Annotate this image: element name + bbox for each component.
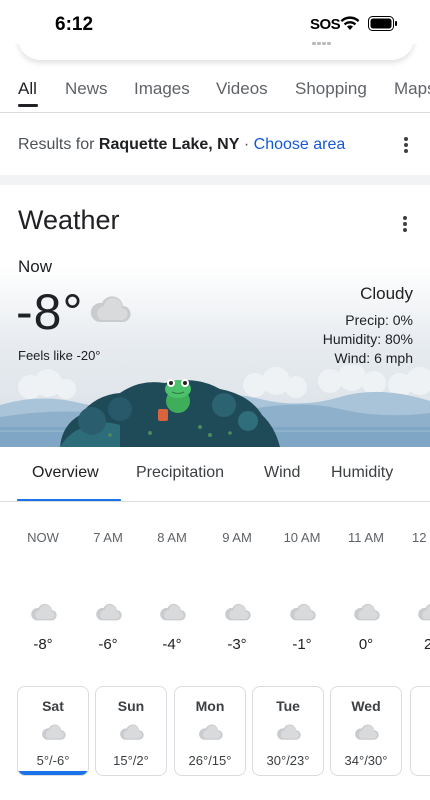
tab-all[interactable]: All <box>18 79 37 99</box>
tab-images[interactable]: Images <box>134 79 190 99</box>
cloud-icon <box>355 724 379 740</box>
hourly-forecast: NOW -8° 7 AM -6° 8 AM -4° 9 AM -3° 10 AM… <box>0 530 430 660</box>
divider <box>0 501 430 502</box>
weather-scene-illustration <box>0 365 430 447</box>
feels-like: Feels like -20° <box>18 348 101 363</box>
hour-temp: 0° <box>358 636 374 653</box>
day-name: Mon <box>195 698 225 714</box>
now-label: Now <box>18 257 53 276</box>
day-card[interactable]: Wed 34°/30° <box>330 686 402 776</box>
hour-temp: -3° <box>227 636 247 653</box>
cloud-icon <box>90 296 131 323</box>
weather-title: Weather <box>18 205 120 235</box>
day-temps: 5°/-6° <box>36 753 70 768</box>
hour-temp: -6° <box>98 636 118 653</box>
day-card-selected[interactable]: Sat 5°/-6° <box>17 686 89 776</box>
weather-condition: Cloudy <box>360 284 413 303</box>
weather-card: Weather Now -8° Feels like -20° Cloudy P… <box>0 185 430 447</box>
hour-time: 9 AM <box>222 530 252 545</box>
cloud-icon <box>160 603 186 621</box>
hour-time: 12 <box>412 530 427 545</box>
search-tabs: All News Images Videos Shopping Maps <box>0 76 430 110</box>
selected-day-indicator <box>18 771 88 775</box>
hour-item: NOW -8° <box>13 530 73 653</box>
day-card[interactable]: Sun 15°/2° <box>95 686 167 776</box>
cloud-icon <box>354 603 380 621</box>
cloud-icon <box>225 603 251 621</box>
day-temps: 26°/15° <box>188 753 232 768</box>
tab-precipitation[interactable]: Precipitation <box>136 464 224 482</box>
hour-item: 10 AM -1° <box>272 530 332 653</box>
hour-temp: -8° <box>33 636 53 653</box>
humidity: Humidity: 80% <box>322 331 413 347</box>
day-name: Tue <box>276 698 300 714</box>
hour-item: 12 2 <box>400 530 430 653</box>
cloud-icon <box>42 724 66 740</box>
precipitation: Precip: 0% <box>345 312 413 328</box>
cloud-icon <box>277 724 301 740</box>
day-card-partial[interactable] <box>410 686 430 776</box>
choose-area-link[interactable]: Choose area <box>254 136 346 153</box>
hour-time: 7 AM <box>93 530 123 545</box>
results-prefix: Results for <box>18 136 95 153</box>
more-options-icon[interactable] <box>403 137 409 155</box>
cloud-icon <box>418 604 430 621</box>
daily-forecast: Sat 5°/-6° Sun 15°/2° Mon 26°/15° Tue 30… <box>0 686 430 778</box>
cloud-icon <box>290 603 316 621</box>
cloud-icon <box>96 603 122 621</box>
day-card[interactable]: Tue 30°/23° <box>252 686 324 776</box>
hour-temp: -4° <box>162 636 182 653</box>
day-name: Sun <box>117 698 145 714</box>
forecast-tabs: Overview Precipitation Wind Humidity <box>0 462 430 502</box>
day-temps: 30°/23° <box>266 753 310 768</box>
hour-time: 11 AM <box>348 530 384 545</box>
tab-maps[interactable]: Maps <box>394 79 430 99</box>
day-name: Sat <box>42 698 64 714</box>
active-tab-indicator <box>18 104 38 107</box>
tab-humidity[interactable]: Humidity <box>331 464 393 482</box>
divider <box>0 112 430 113</box>
hour-time: 8 AM <box>157 530 187 545</box>
hour-item: 8 AM -4° <box>142 530 202 653</box>
results-separator: · <box>243 136 250 153</box>
current-temperature: -8° <box>16 284 84 340</box>
weather-details: Precip: 0% Humidity: 80% Wind: 6 mph <box>323 311 413 368</box>
hour-temp: 2 <box>424 636 430 653</box>
day-temps: 15°/2° <box>113 753 149 768</box>
cloud-icon <box>199 724 223 740</box>
tab-videos[interactable]: Videos <box>216 79 268 99</box>
hour-item: 11 AM 0° <box>336 530 396 653</box>
day-name: Wed <box>351 698 381 714</box>
hour-time: NOW <box>27 530 59 545</box>
tab-shopping[interactable]: Shopping <box>295 79 367 99</box>
hour-temp: -1° <box>292 636 312 653</box>
results-location-line: Results for Raquette Lake, NY · Choose a… <box>18 136 345 154</box>
section-separator <box>0 175 430 185</box>
cloud-icon <box>120 724 144 740</box>
tab-overview[interactable]: Overview <box>32 464 99 482</box>
hour-item: 9 AM -3° <box>207 530 267 653</box>
day-card[interactable]: Mon 26°/15° <box>174 686 246 776</box>
cloud-icon <box>31 603 57 621</box>
hour-time: 10 AM <box>283 530 321 545</box>
tab-wind[interactable]: Wind <box>264 464 300 482</box>
results-location: Raquette Lake, NY <box>98 136 240 153</box>
day-temps: 34°/30° <box>344 753 388 768</box>
tab-news[interactable]: News <box>65 79 108 99</box>
hour-item: 7 AM -6° <box>78 530 138 653</box>
weather-more-options-icon[interactable] <box>402 216 408 234</box>
